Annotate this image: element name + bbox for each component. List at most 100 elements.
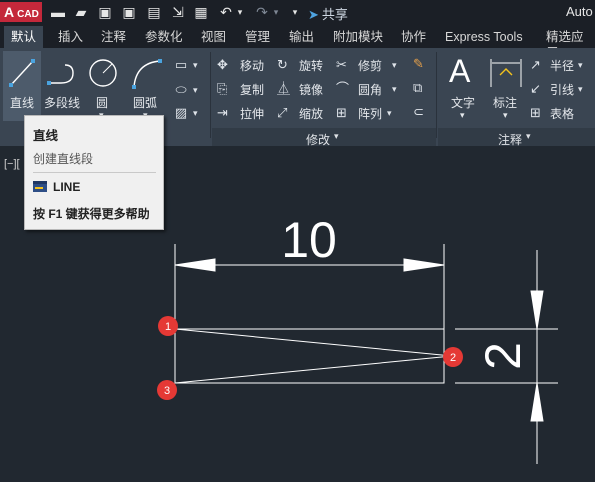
chevron-down-icon[interactable]: ▾ xyxy=(578,58,583,72)
chevron-down-icon[interactable]: ▾ xyxy=(193,106,198,120)
copy-icon[interactable]: ⎘ xyxy=(217,82,227,96)
chevron-down-icon[interactable]: ▾ xyxy=(387,106,392,120)
tab-annotate[interactable]: 注释 xyxy=(101,29,126,45)
diagonal-line-2[interactable] xyxy=(174,355,453,384)
new-icon[interactable]: ▬ xyxy=(50,4,66,20)
mirror-icon[interactable]: ⏅ xyxy=(277,82,290,96)
fillet-button[interactable]: 圆角 xyxy=(358,83,382,97)
diagonal-line-1[interactable] xyxy=(174,328,453,357)
tooltip-description: 创建直线段 xyxy=(33,152,94,166)
svg-text:2: 2 xyxy=(450,352,456,364)
radius-button[interactable]: 半径 xyxy=(550,59,574,73)
stretch-icon[interactable]: ⇥ xyxy=(217,106,228,120)
arrowhead xyxy=(530,290,544,330)
text-icon: A xyxy=(449,53,471,89)
chevron-down-icon: ▾ xyxy=(334,131,339,141)
offset-icon[interactable]: ⊂ xyxy=(413,105,424,119)
tooltip-divider xyxy=(33,172,156,173)
dimension-icon xyxy=(490,59,522,87)
explode-icon[interactable]: ⧉ xyxy=(413,81,422,95)
open-icon[interactable]: ▰ xyxy=(73,4,89,20)
chevron-down-icon[interactable]: ▾ xyxy=(392,58,397,72)
array-icon[interactable]: ⊞ xyxy=(336,106,347,120)
table-icon[interactable]: ⊞ xyxy=(530,106,541,120)
import-icon[interactable]: ⇲ xyxy=(170,4,186,20)
svg-text:3: 3 xyxy=(164,385,170,397)
share-button[interactable]: ➤ 共享 xyxy=(308,4,348,23)
chevron-down-icon[interactable]: ▾ xyxy=(503,108,508,122)
modify-panel-bar[interactable]: 修改 ▾ xyxy=(212,128,436,147)
line-button[interactable]: 直线 xyxy=(3,51,41,121)
leader-button[interactable]: 引线 xyxy=(550,83,574,97)
tab-manage[interactable]: 管理 xyxy=(245,29,270,45)
fillet-icon[interactable]: ⌒ xyxy=(336,82,349,96)
radius-icon[interactable]: ↗ xyxy=(530,58,541,72)
rotate-button[interactable]: 旋转 xyxy=(299,59,323,73)
ribbon-tabs: 默认 插入 注释 参数化 视图 管理 输出 附加模块 协作 Express To… xyxy=(0,26,595,60)
tab-express-tools[interactable]: Express Tools xyxy=(445,29,523,45)
tab-default[interactable]: 默认 xyxy=(4,26,44,48)
chevron-down-icon[interactable]: ▾ xyxy=(460,108,465,122)
ellipse-icon[interactable]: ⬭ xyxy=(172,83,190,97)
chevron-down-icon[interactable]: ▾ xyxy=(392,82,397,96)
rectangle-shape[interactable] xyxy=(174,328,445,384)
tooltip-command: LINE xyxy=(53,180,81,194)
arc-icon xyxy=(132,59,162,89)
tab-addins[interactable]: 附加模块 xyxy=(333,29,383,45)
hatch-icon[interactable]: ▨ xyxy=(172,106,190,120)
app-logo[interactable]: A CAD xyxy=(0,2,42,22)
text-button[interactable]: A 文字 ▾ xyxy=(443,51,483,121)
scale-button[interactable]: 缩放 xyxy=(299,107,323,121)
tab-insert[interactable]: 插入 xyxy=(58,29,83,45)
chevron-down-icon: ▾ xyxy=(526,131,531,141)
line-label: 直线 xyxy=(10,96,35,110)
marker-2: 2 xyxy=(443,347,463,367)
svg-text:1: 1 xyxy=(165,321,171,333)
tab-collaborate[interactable]: 协作 xyxy=(401,29,426,45)
move-button[interactable]: 移动 xyxy=(240,59,264,73)
command-icon xyxy=(33,181,47,192)
line-icon xyxy=(9,59,35,87)
stretch-button[interactable]: 拉伸 xyxy=(240,107,264,121)
save-as-icon[interactable]: ▣ xyxy=(121,4,137,20)
panel-divider xyxy=(210,52,211,138)
tab-parametric[interactable]: 参数化 xyxy=(145,29,183,45)
mirror-button[interactable]: 镜像 xyxy=(299,83,323,97)
dimension-text-horizontal: 10 xyxy=(281,212,337,268)
chevron-down-icon[interactable]: ▾ xyxy=(193,58,198,72)
chevron-down-icon[interactable]: ▾ xyxy=(193,83,198,97)
erase-icon[interactable]: ✎ xyxy=(413,57,424,71)
leader-icon[interactable]: ↙ xyxy=(530,82,541,96)
circle-icon xyxy=(89,59,117,87)
polyline-button[interactable]: 多段线 xyxy=(43,51,83,121)
trim-icon[interactable]: ✂ xyxy=(336,58,347,72)
save-icon[interactable]: ▣ xyxy=(97,4,113,20)
marker-3: 3 xyxy=(157,380,177,400)
redo-dropdown-icon[interactable]: ▾ xyxy=(268,4,284,20)
tab-view[interactable]: 视图 xyxy=(201,29,226,45)
tooltip-title: 直线 xyxy=(33,129,59,143)
tab-output[interactable]: 输出 xyxy=(289,29,314,45)
copy-button[interactable]: 复制 xyxy=(240,83,264,97)
circle-button[interactable]: 圆 ▾ xyxy=(86,51,120,121)
dimension-button[interactable]: 标注 ▾ xyxy=(486,51,526,121)
chevron-down-icon[interactable]: ▾ xyxy=(578,82,583,96)
dimension-text-vertical: 2 xyxy=(475,342,531,370)
share-icon: ➤ xyxy=(308,7,319,22)
table-button[interactable]: 表格 xyxy=(550,107,574,121)
trim-button[interactable]: 修剪 xyxy=(358,59,382,73)
annotation-panel-bar[interactable]: 注释 ▾ xyxy=(438,128,595,147)
arc-button[interactable]: 圆弧 ▾ xyxy=(126,51,166,121)
print-icon[interactable]: ▦ xyxy=(193,4,209,20)
title-bar: A CAD ▬ ▰ ▣ ▣ ▤ ⇲ ▦ ↶ ▾ ↷ ▾ ▾ ➤ 共享 Auto xyxy=(0,0,595,26)
window-title: Auto xyxy=(566,4,593,19)
arrowhead xyxy=(403,258,445,272)
plot-icon[interactable]: ▤ xyxy=(146,4,162,20)
scale-icon[interactable]: ⤢ xyxy=(277,106,287,120)
rotate-icon[interactable]: ↻ xyxy=(277,58,288,72)
array-button[interactable]: 阵列 xyxy=(358,107,382,121)
undo-dropdown-icon[interactable]: ▾ xyxy=(232,4,248,20)
rectangle-icon[interactable]: ▭ xyxy=(172,58,190,72)
move-icon[interactable]: ✥ xyxy=(217,58,228,72)
customize-dropdown-icon[interactable]: ▾ xyxy=(287,4,303,20)
